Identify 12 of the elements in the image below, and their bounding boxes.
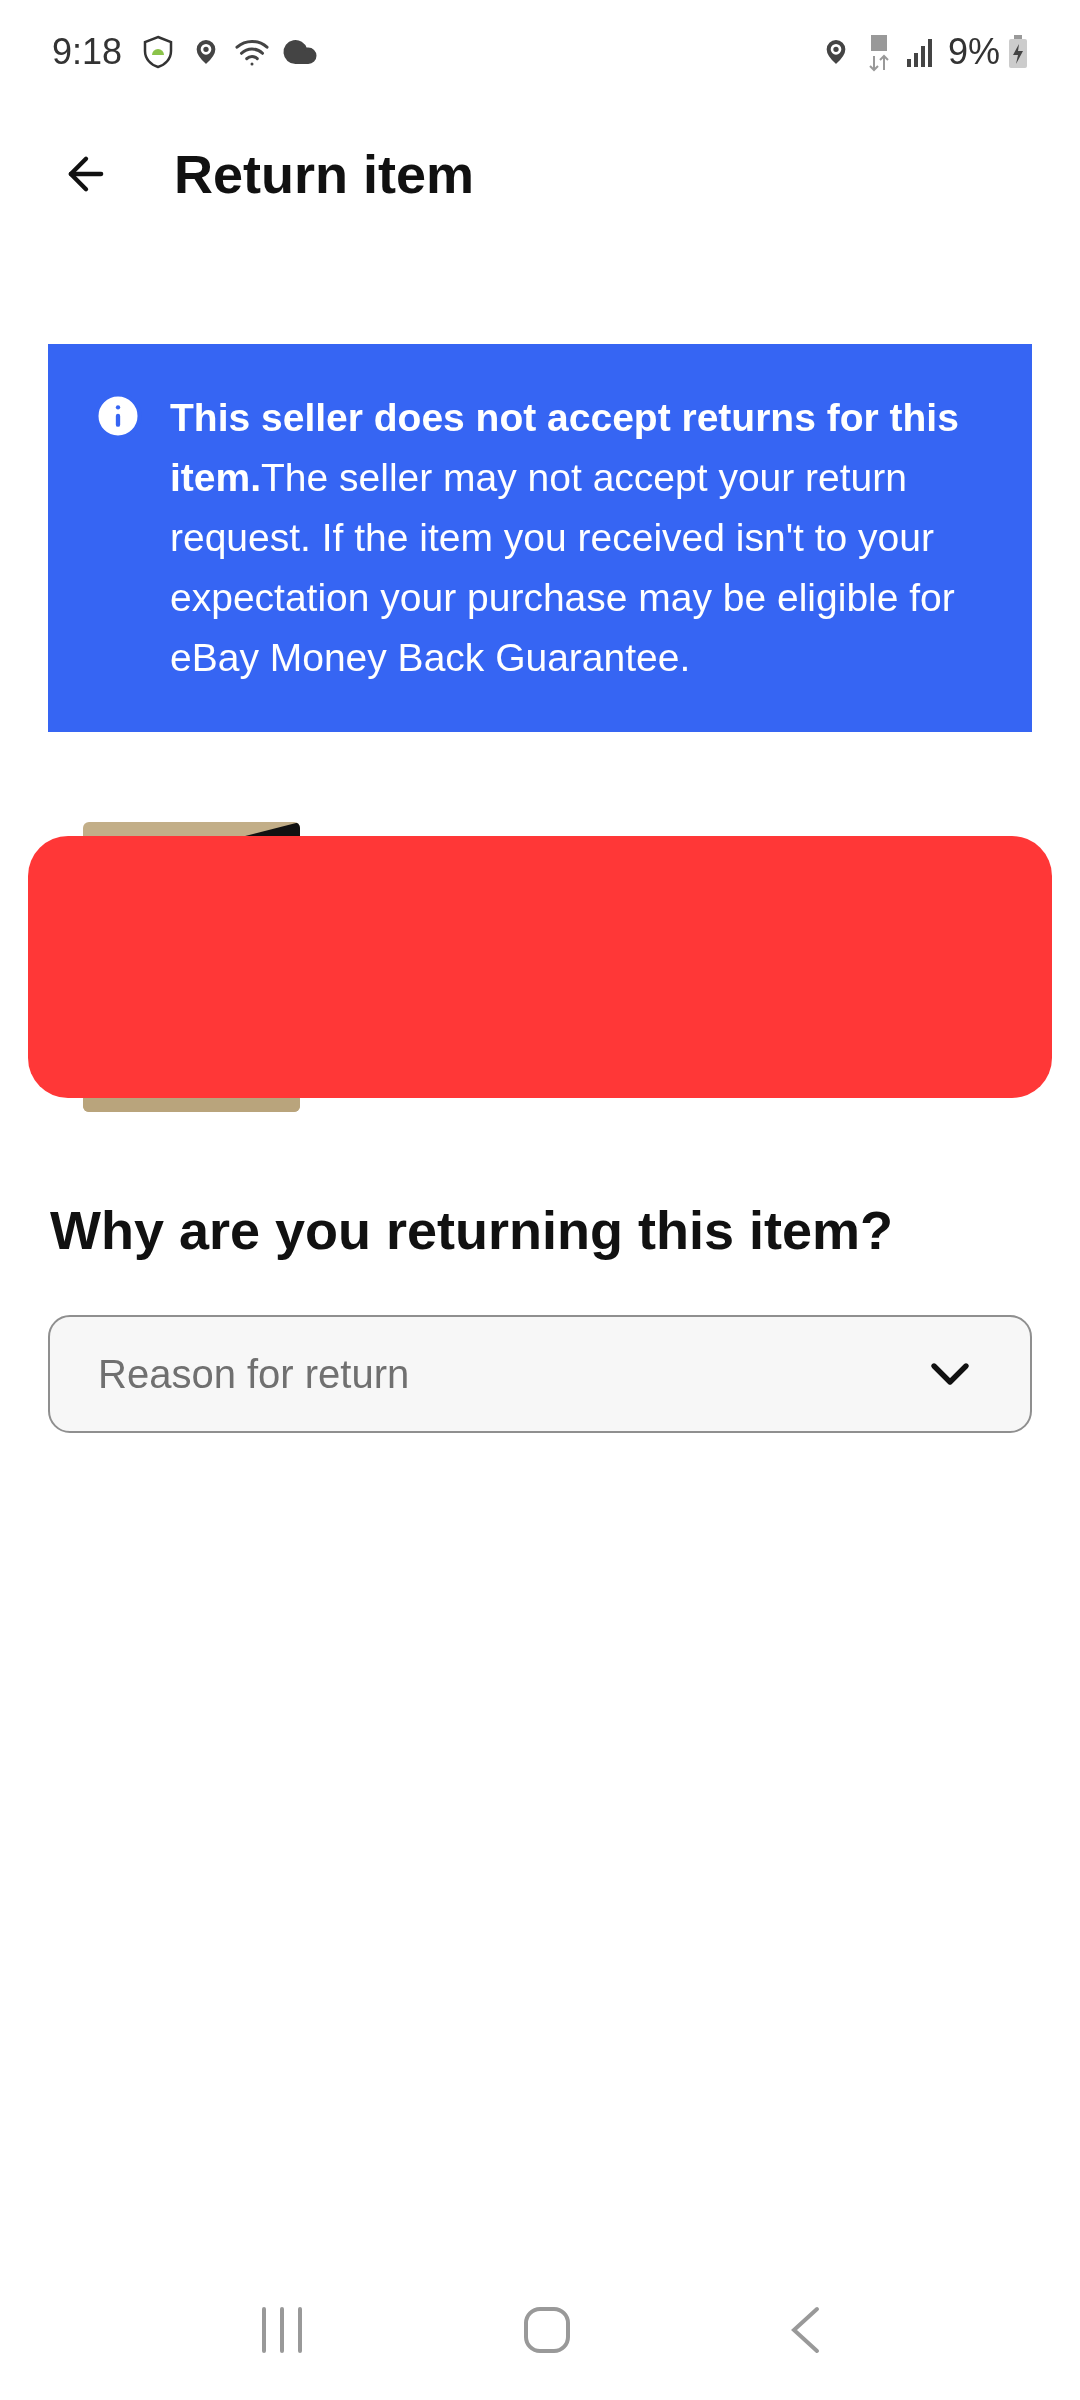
back-nav-icon[interactable] (790, 2306, 821, 2354)
shield-icon (142, 35, 175, 69)
battery-charging-icon (1008, 35, 1028, 69)
status-time: 9:18 (52, 30, 123, 74)
home-icon[interactable] (523, 2306, 571, 2354)
network-icon (867, 32, 890, 72)
battery-percent: 9% (947, 30, 1000, 74)
page-title: Return item (174, 142, 475, 206)
notice-text: This seller does not accept returns for this item.The seller may not accept your return request. If the item you received isn't to your expectation your purchase may be eligible for eBay Money Back Guarantee. (170, 395, 960, 681)
recent-apps-icon[interactable] (259, 2306, 304, 2354)
reason-dropdown[interactable]: Reason for return (48, 1315, 1032, 1433)
question-heading: Why are you returning this item? (50, 1199, 895, 1262)
